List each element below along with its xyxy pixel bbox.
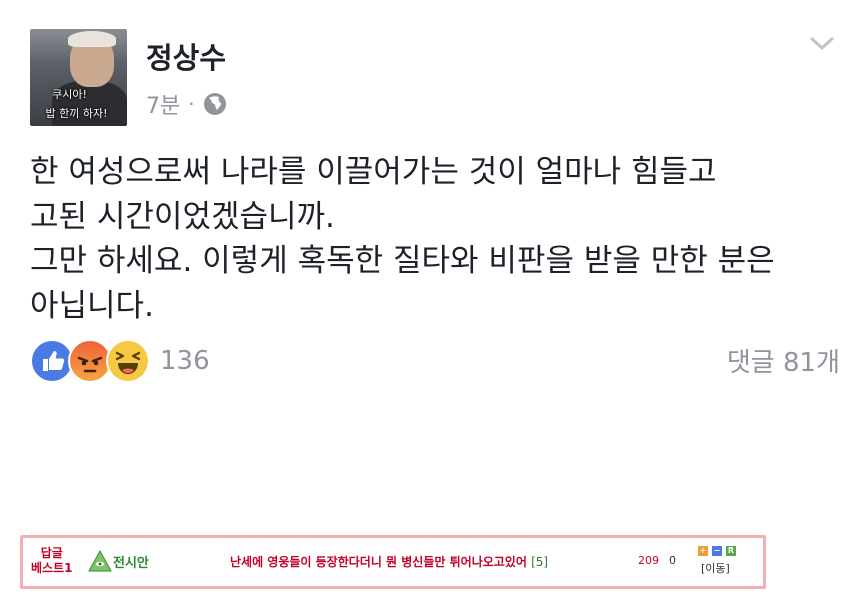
post-body: 한 여성으로써 나라를 이끌어가는 것이 얼마나 힘들고 고된 시간이었겠습니까… [30, 154, 775, 324]
globe-icon [203, 93, 226, 115]
author-name[interactable]: 정상수 [146, 35, 226, 77]
reply-comment-count: [5] [531, 555, 549, 569]
reactions-bar[interactable]: 136 [30, 339, 210, 383]
reply-title-link[interactable]: 난세에 영웅들이 등장한다더니 뭔 병신들만 튀어나오고있어 [5] [230, 553, 548, 570]
post-meta: 7분 · [146, 88, 227, 120]
recommend-count: 0 [669, 554, 676, 567]
comment-count-link[interactable]: 댓글 81개 [727, 342, 840, 379]
banner-action-buttons: + − R [698, 546, 736, 556]
avatar-caption: 밥 한끼 하자! [45, 107, 108, 120]
haha-reaction-icon [106, 339, 150, 383]
best-reply-banner: 답글 베스트1 전시안 난세에 영웅들이 등장한다더니 뭔 병신들만 튀어나오고… [20, 535, 766, 589]
best-reply-label-line1: 답글 [40, 546, 63, 560]
facebook-post: 쿠시아! 밥 한끼 하자! 정상수 7분 · 한 여성으로써 나라를 이끌어가는… [0, 0, 846, 400]
best-reply-label: 답글 베스트1 [31, 546, 72, 576]
avatar-hair-shape [68, 31, 116, 47]
reply-author[interactable]: 전시안 [113, 552, 149, 571]
best-reply-label-line2: 베스트1 [31, 561, 73, 575]
reaction-count: 136 [160, 346, 210, 376]
expand-button[interactable]: + [698, 546, 708, 556]
avatar-caption: 쿠시아! [52, 88, 87, 101]
move-link[interactable]: [이동] [701, 560, 730, 576]
collapse-button[interactable]: − [712, 546, 722, 556]
chevron-down-icon[interactable] [808, 33, 836, 53]
view-count: 209 [638, 554, 659, 567]
pyramid-eye-icon [88, 549, 112, 572]
avatar[interactable]: 쿠시아! 밥 한끼 하자! [30, 29, 127, 126]
post-time[interactable]: 7분 [146, 88, 180, 120]
reply-title-text: 난세에 영웅들이 등장한다더니 뭔 병신들만 튀어나오고있어 [230, 555, 527, 569]
meta-separator: · [188, 92, 195, 116]
reply-r-button[interactable]: R [726, 546, 736, 556]
